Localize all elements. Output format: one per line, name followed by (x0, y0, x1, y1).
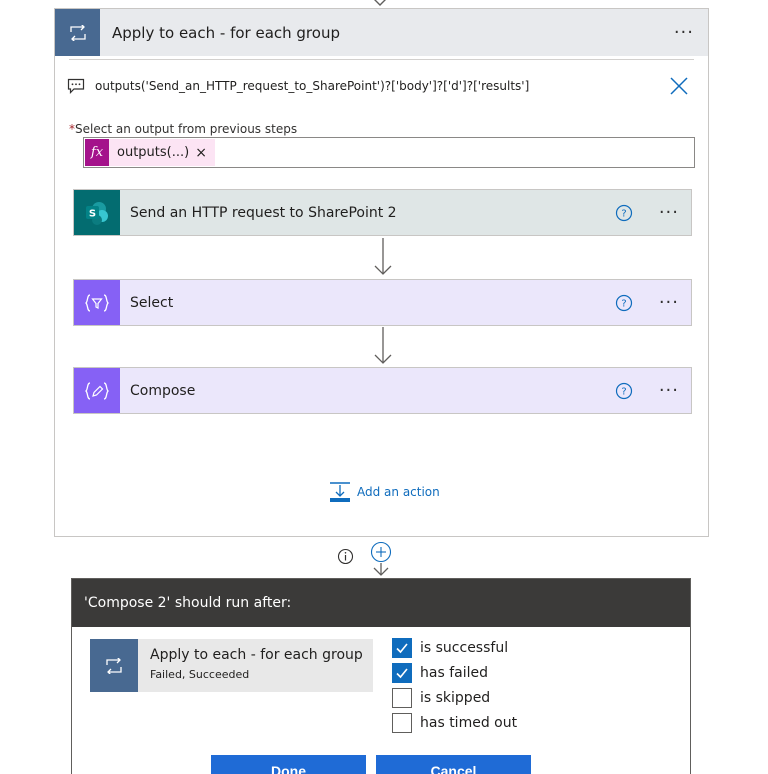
help-icon[interactable]: ? (615, 204, 633, 222)
info-icon[interactable] (337, 548, 354, 565)
run-after-conditions: is successful has failed is skipped has … (392, 635, 517, 735)
add-an-action-label[interactable]: Add an action (357, 485, 440, 499)
checkbox-checked-icon[interactable] (392, 637, 412, 658)
loop-icon (90, 639, 138, 692)
action-label: Select (130, 294, 174, 311)
action-label: Compose (130, 382, 196, 399)
condition-has-timed-out[interactable]: has timed out (392, 710, 517, 735)
svg-text:?: ? (621, 298, 626, 309)
condition-label: has timed out (420, 714, 518, 731)
condition-is-skipped[interactable]: is skipped (392, 685, 517, 710)
apply-to-each-header[interactable]: Apply to each - for each group ··· (55, 9, 708, 56)
condition-has-failed[interactable]: has failed (392, 660, 517, 685)
expression-row: outputs('Send_an_HTTP_request_to_SharePo… (67, 71, 690, 101)
add-action-icon (330, 482, 350, 502)
header-divider (69, 56, 694, 60)
more-options-icon[interactable]: ··· (659, 380, 679, 401)
done-button[interactable]: Done (211, 755, 366, 774)
apply-to-each-title[interactable]: Apply to each - for each group (112, 24, 340, 42)
connector-arrow-icon (374, 327, 392, 364)
sharepoint-icon: S (74, 190, 120, 235)
token-text: outputs(...) (117, 145, 190, 160)
flow-arrow-icon (374, 0, 386, 6)
flow-arrow-icon (373, 563, 389, 576)
close-icon[interactable] (668, 75, 690, 97)
help-icon[interactable]: ? (615, 382, 633, 400)
cancel-button[interactable]: Cancel (376, 755, 531, 774)
svg-text:S: S (89, 208, 96, 219)
action-send-http-sharepoint[interactable]: S Send an HTTP request to SharePoint 2 ?… (73, 189, 692, 236)
compose-icon (74, 368, 120, 413)
expression-token[interactable]: fx outputs(...) × (85, 139, 215, 166)
select-output-input[interactable]: fx outputs(...) × (83, 137, 695, 168)
apply-to-each-card: Apply to each - for each group ··· outpu… (54, 8, 709, 537)
checkbox-unchecked-icon[interactable] (392, 687, 412, 708)
more-options-icon[interactable]: ··· (659, 202, 679, 223)
dependency-status: Failed, Succeeded (150, 668, 250, 681)
dependency-title: Apply to each - for each group (150, 647, 363, 663)
svg-text:?: ? (621, 208, 626, 219)
add-an-action-link[interactable]: Add an action (329, 481, 440, 503)
condition-is-successful[interactable]: is successful (392, 635, 517, 660)
action-select[interactable]: Select ? ··· (73, 279, 692, 326)
dependency-card: Apply to each - for each group Failed, S… (90, 639, 373, 692)
checkbox-unchecked-icon[interactable] (392, 712, 412, 733)
comment-icon[interactable] (67, 78, 85, 94)
loop-icon (55, 9, 100, 56)
select-output-label-text: Select an output from previous steps (75, 122, 298, 136)
more-options-icon[interactable]: ··· (659, 292, 679, 313)
loop-more-icon[interactable]: ··· (674, 22, 694, 43)
checkbox-checked-icon[interactable] (392, 662, 412, 683)
connector-arrow-icon (374, 238, 392, 275)
select-output-label: *Select an output from previous steps (69, 122, 297, 136)
dialog-title: 'Compose 2' should run after: (72, 579, 690, 627)
help-icon[interactable]: ? (615, 294, 633, 312)
token-remove-icon[interactable]: × (195, 145, 207, 161)
select-icon (74, 280, 120, 325)
action-label: Send an HTTP request to SharePoint 2 (130, 204, 397, 221)
action-compose[interactable]: Compose ? ··· (73, 367, 692, 414)
expression-text: outputs('Send_an_HTTP_request_to_SharePo… (95, 79, 530, 93)
run-after-dialog: 'Compose 2' should run after: Apply to e… (71, 578, 691, 774)
svg-text:?: ? (621, 386, 626, 397)
fx-icon: fx (85, 139, 109, 166)
condition-label: is successful (420, 639, 509, 656)
insert-step-icon[interactable] (370, 541, 392, 563)
condition-label: is skipped (420, 689, 491, 706)
condition-label: has failed (420, 664, 488, 681)
